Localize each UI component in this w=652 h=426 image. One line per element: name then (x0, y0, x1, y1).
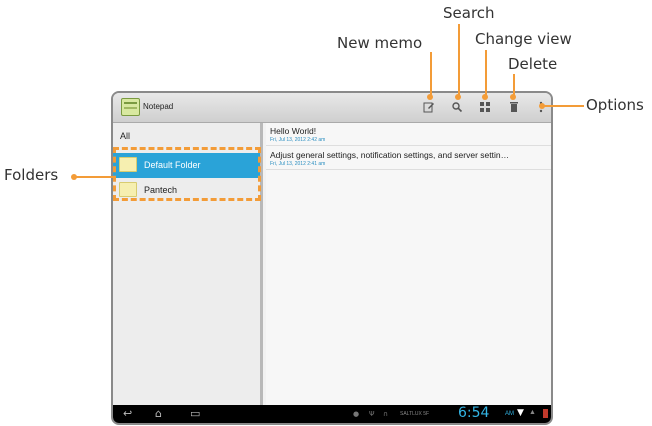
callout-delete-label: Delete (508, 55, 558, 73)
change-view-leader-line (485, 50, 487, 97)
memo-title: Hello World! (270, 126, 317, 136)
folders-highlight-box (113, 147, 261, 201)
back-icon[interactable]: ↩ (123, 407, 132, 420)
carrier-label: SALTLUX 5F (400, 411, 430, 417)
callout-new-memo-label: New memo (337, 34, 423, 52)
system-bar: ↩ ⌂ ▭ ● Ψ ∩ SALTLUX 5F 6:54 AM ▼ ▲ (113, 405, 551, 423)
options-leader-line (542, 105, 584, 107)
clock-time: 6:54 (458, 405, 490, 421)
trash-icon[interactable] (506, 99, 522, 115)
search-icon[interactable] (449, 99, 465, 115)
clock-ampm: AM (505, 411, 514, 417)
memo-title: Adjust general settings, notification se… (270, 150, 510, 160)
battery-icon (543, 409, 548, 418)
callout-change-view-label: Change view (475, 30, 572, 48)
delete-leader-dot (510, 94, 516, 100)
memo-date: Fri, Jul 13, 2012 2:41 am (270, 161, 326, 167)
search-leader-dot (455, 94, 461, 100)
headset-icon: ∩ (383, 410, 389, 418)
recent-apps-icon[interactable]: ▭ (190, 407, 200, 420)
callout-options-label: Options (586, 96, 644, 114)
memo-item[interactable]: Adjust general settings, notification se… (266, 147, 551, 170)
grid-view-icon[interactable] (477, 99, 493, 115)
new-memo-leader-line (430, 52, 432, 97)
folders-leader-dot (71, 174, 77, 180)
callout-search-label: Search (443, 4, 495, 22)
search-leader-line (458, 24, 460, 97)
tablet-screen: Notepad All Default Folder Pantech Hello… (111, 91, 553, 425)
memo-date: Fri, Jul 13, 2012 2:42 am (270, 137, 326, 143)
app-title: Notepad (143, 102, 174, 111)
all-memos-item[interactable]: All (120, 131, 130, 141)
memo-item[interactable]: Hello World! Fri, Jul 13, 2012 2:42 am (266, 123, 551, 146)
change-view-leader-dot (482, 94, 488, 100)
notepad-app-icon (121, 98, 140, 116)
wifi-icon: ▼ (517, 408, 524, 418)
folders-leader-line (74, 176, 115, 178)
android-icon: ● (353, 410, 360, 418)
callout-folders-label: Folders (4, 166, 59, 184)
options-leader-dot (539, 103, 545, 109)
new-memo-leader-dot (427, 94, 433, 100)
signal-icon: ▲ (529, 409, 536, 416)
home-icon[interactable]: ⌂ (155, 407, 162, 420)
new-memo-icon[interactable] (421, 99, 437, 115)
memo-list: Hello World! Fri, Jul 13, 2012 2:42 am A… (266, 123, 551, 405)
usb-icon: Ψ (369, 410, 375, 418)
